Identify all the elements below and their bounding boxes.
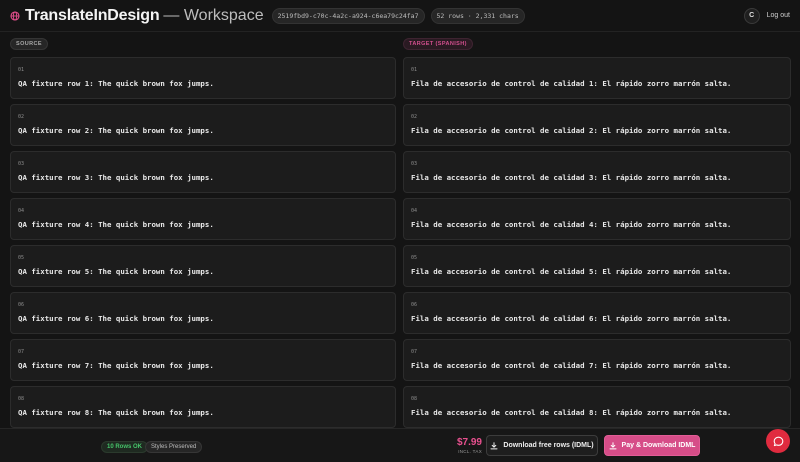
row-text: QA fixture row 8: The quick brown fox ju…: [18, 408, 214, 417]
row-text[interactable]: Fila de accesorio de control de calidad …: [411, 267, 783, 276]
row-text: QA fixture row 4: The quick brown fox ju…: [18, 220, 214, 229]
target-row[interactable]: 04 Fila de accesorio de control de calid…: [403, 198, 791, 240]
row-number: 05: [18, 255, 25, 261]
source-row[interactable]: 02 QA fixture row 2: The quick brown fox…: [10, 104, 396, 146]
source-row[interactable]: 08 QA fixture row 8: The quick brown fox…: [10, 386, 396, 428]
price-block: $7.99 INCL. TAX: [452, 437, 482, 454]
stats-badge: 52 rows · 2,331 chars: [430, 7, 525, 24]
target-row[interactable]: 07 Fila de accesorio de control de calid…: [403, 339, 791, 381]
brand-name[interactable]: TranslateInDesign: [25, 7, 160, 25]
target-row[interactable]: 08 Fila de accesorio de control de calid…: [403, 386, 791, 428]
row-number: 01: [411, 67, 418, 73]
row-number: 04: [411, 208, 418, 214]
pay-download-label: Pay & Download IDML: [621, 442, 696, 449]
user-area: C Log out: [743, 7, 790, 24]
row-text[interactable]: Fila de accesorio de control de calidad …: [411, 314, 783, 323]
rows-ok-badge: 10 Rows OK: [101, 441, 149, 453]
pay-download-button[interactable]: Pay & Download IDML: [604, 435, 700, 456]
target-column: TARGET (SPANISH) 01 Fila de accesorio de…: [403, 32, 791, 433]
row-text: QA fixture row 1: The quick brown fox ju…: [18, 79, 214, 88]
row-number: 06: [18, 302, 25, 308]
row-number: 08: [411, 396, 418, 402]
row-number: 07: [18, 349, 25, 355]
download-icon: [609, 441, 617, 450]
row-text: QA fixture row 5: The quick brown fox ju…: [18, 267, 214, 276]
row-text[interactable]: Fila de accesorio de control de calidad …: [411, 361, 783, 370]
source-row[interactable]: 03 QA fixture row 3: The quick brown fox…: [10, 151, 396, 193]
source-label: SOURCE: [10, 38, 48, 50]
row-number: 02: [18, 114, 25, 120]
source-row[interactable]: 07 QA fixture row 7: The quick brown fox…: [10, 339, 396, 381]
row-number: 05: [411, 255, 418, 261]
row-number: 07: [411, 349, 418, 355]
target-row[interactable]: 03 Fila de accesorio de control de calid…: [403, 151, 791, 193]
target-row[interactable]: 01 Fila de accesorio de control de calid…: [403, 57, 791, 99]
row-text[interactable]: Fila de accesorio de control de calidad …: [411, 79, 783, 88]
price-amount: $7.99: [456, 437, 482, 448]
action-footer: 10 Rows OK Styles Preserved $7.99 INCL. …: [0, 428, 800, 462]
row-text: QA fixture row 6: The quick brown fox ju…: [18, 314, 214, 323]
row-number: 08: [18, 396, 25, 402]
row-text: QA fixture row 7: The quick brown fox ju…: [18, 361, 214, 370]
row-number: 02: [411, 114, 418, 120]
row-text[interactable]: Fila de accesorio de control de calidad …: [411, 173, 783, 182]
row-number: 03: [18, 161, 25, 167]
price-tax-note: INCL. TAX: [458, 449, 482, 454]
row-text[interactable]: Fila de accesorio de control de calidad …: [411, 126, 783, 135]
row-number: 03: [411, 161, 418, 167]
source-column: SOURCE 01 QA fixture row 1: The quick br…: [10, 32, 396, 433]
app-header: TranslateInDesign — Workspace 2519fbd9-c…: [0, 0, 800, 32]
row-number: 06: [411, 302, 418, 308]
row-text[interactable]: Fila de accesorio de control de calidad …: [411, 220, 783, 229]
download-icon: [490, 441, 498, 450]
target-label: TARGET (SPANISH): [403, 38, 473, 50]
page-title: — Workspace: [163, 6, 264, 24]
source-row[interactable]: 04 QA fixture row 4: The quick brown fox…: [10, 198, 396, 240]
row-number: 01: [18, 67, 25, 73]
logout-button[interactable]: Log out: [767, 12, 790, 19]
source-row[interactable]: 01 QA fixture row 1: The quick brown fox…: [10, 57, 396, 99]
download-free-label: Download free rows (IDML): [503, 442, 594, 449]
row-text: QA fixture row 2: The quick brown fox ju…: [18, 126, 214, 135]
job-id-badge: 2519fbd9-c70c-4a2c-a924-c6ea79c24fa7: [271, 7, 425, 24]
source-row[interactable]: 05 QA fixture row 5: The quick brown fox…: [10, 245, 396, 287]
row-text[interactable]: Fila de accesorio de control de calidad …: [411, 408, 783, 417]
chat-button[interactable]: [766, 429, 790, 453]
source-row[interactable]: 06 QA fixture row 6: The quick brown fox…: [10, 292, 396, 334]
target-row[interactable]: 05 Fila de accesorio de control de calid…: [403, 245, 791, 287]
styles-preserved-badge: Styles Preserved: [145, 441, 203, 453]
globe-icon: [10, 10, 20, 21]
row-number: 04: [18, 208, 25, 214]
download-free-button[interactable]: Download free rows (IDML): [486, 435, 598, 456]
chat-icon: [773, 436, 784, 447]
avatar[interactable]: C: [743, 7, 760, 24]
target-row[interactable]: 02 Fila de accesorio de control de calid…: [403, 104, 791, 146]
target-row[interactable]: 06 Fila de accesorio de control de calid…: [403, 292, 791, 334]
row-text: QA fixture row 3: The quick brown fox ju…: [18, 173, 214, 182]
